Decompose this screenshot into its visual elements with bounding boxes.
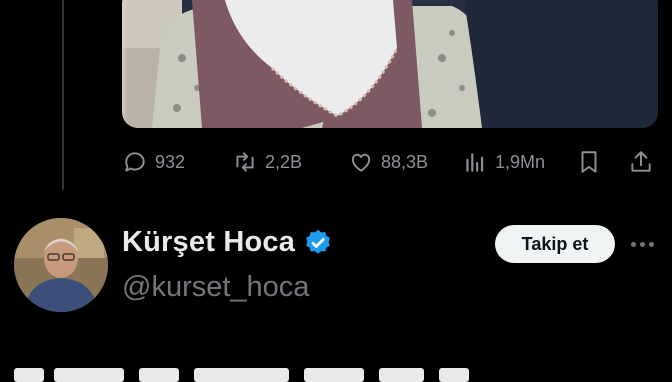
avatar[interactable]: [14, 218, 108, 312]
more-dot-icon: [639, 241, 645, 247]
author-display-name[interactable]: Kürşet Hoca: [122, 226, 295, 259]
verified-badge-icon: [306, 229, 330, 254]
tweet-media-image[interactable]: [122, 0, 658, 128]
more-options-button[interactable]: [626, 229, 658, 259]
views-icon: [466, 153, 484, 172]
share-button[interactable]: [628, 146, 654, 178]
bookmark-icon: [581, 151, 597, 173]
bookmark-button[interactable]: [576, 146, 602, 178]
reply-icon: [125, 152, 145, 172]
thread-connector-line: [62, 0, 64, 190]
like-button[interactable]: 88,3B: [348, 146, 428, 178]
views-button[interactable]: 1,9Mn: [462, 146, 545, 178]
repost-icon: [236, 152, 254, 172]
reply-button[interactable]: 932: [122, 146, 185, 178]
views-count: 1,9Mn: [495, 151, 546, 172]
author-name-row[interactable]: Kürşet Hoca: [122, 226, 333, 259]
share-icon: [631, 151, 651, 172]
author-handle[interactable]: @kurset_hoca: [122, 271, 309, 304]
repost-count: 2,2B: [265, 151, 303, 172]
reply-count: 932: [155, 151, 186, 172]
follow-button[interactable]: Takip et: [495, 225, 615, 263]
repost-button[interactable]: 2,2B: [232, 146, 302, 178]
tweet-action-bar: 932 2,2B 88,3B 1,9Mn: [122, 146, 658, 178]
more-dot-icon: [648, 241, 654, 247]
like-icon: [351, 153, 371, 172]
more-dot-icon: [630, 241, 636, 247]
like-count: 88,3B: [381, 151, 429, 172]
avatar-photo: [14, 218, 108, 312]
tweet-text-cropped: [14, 368, 534, 382]
